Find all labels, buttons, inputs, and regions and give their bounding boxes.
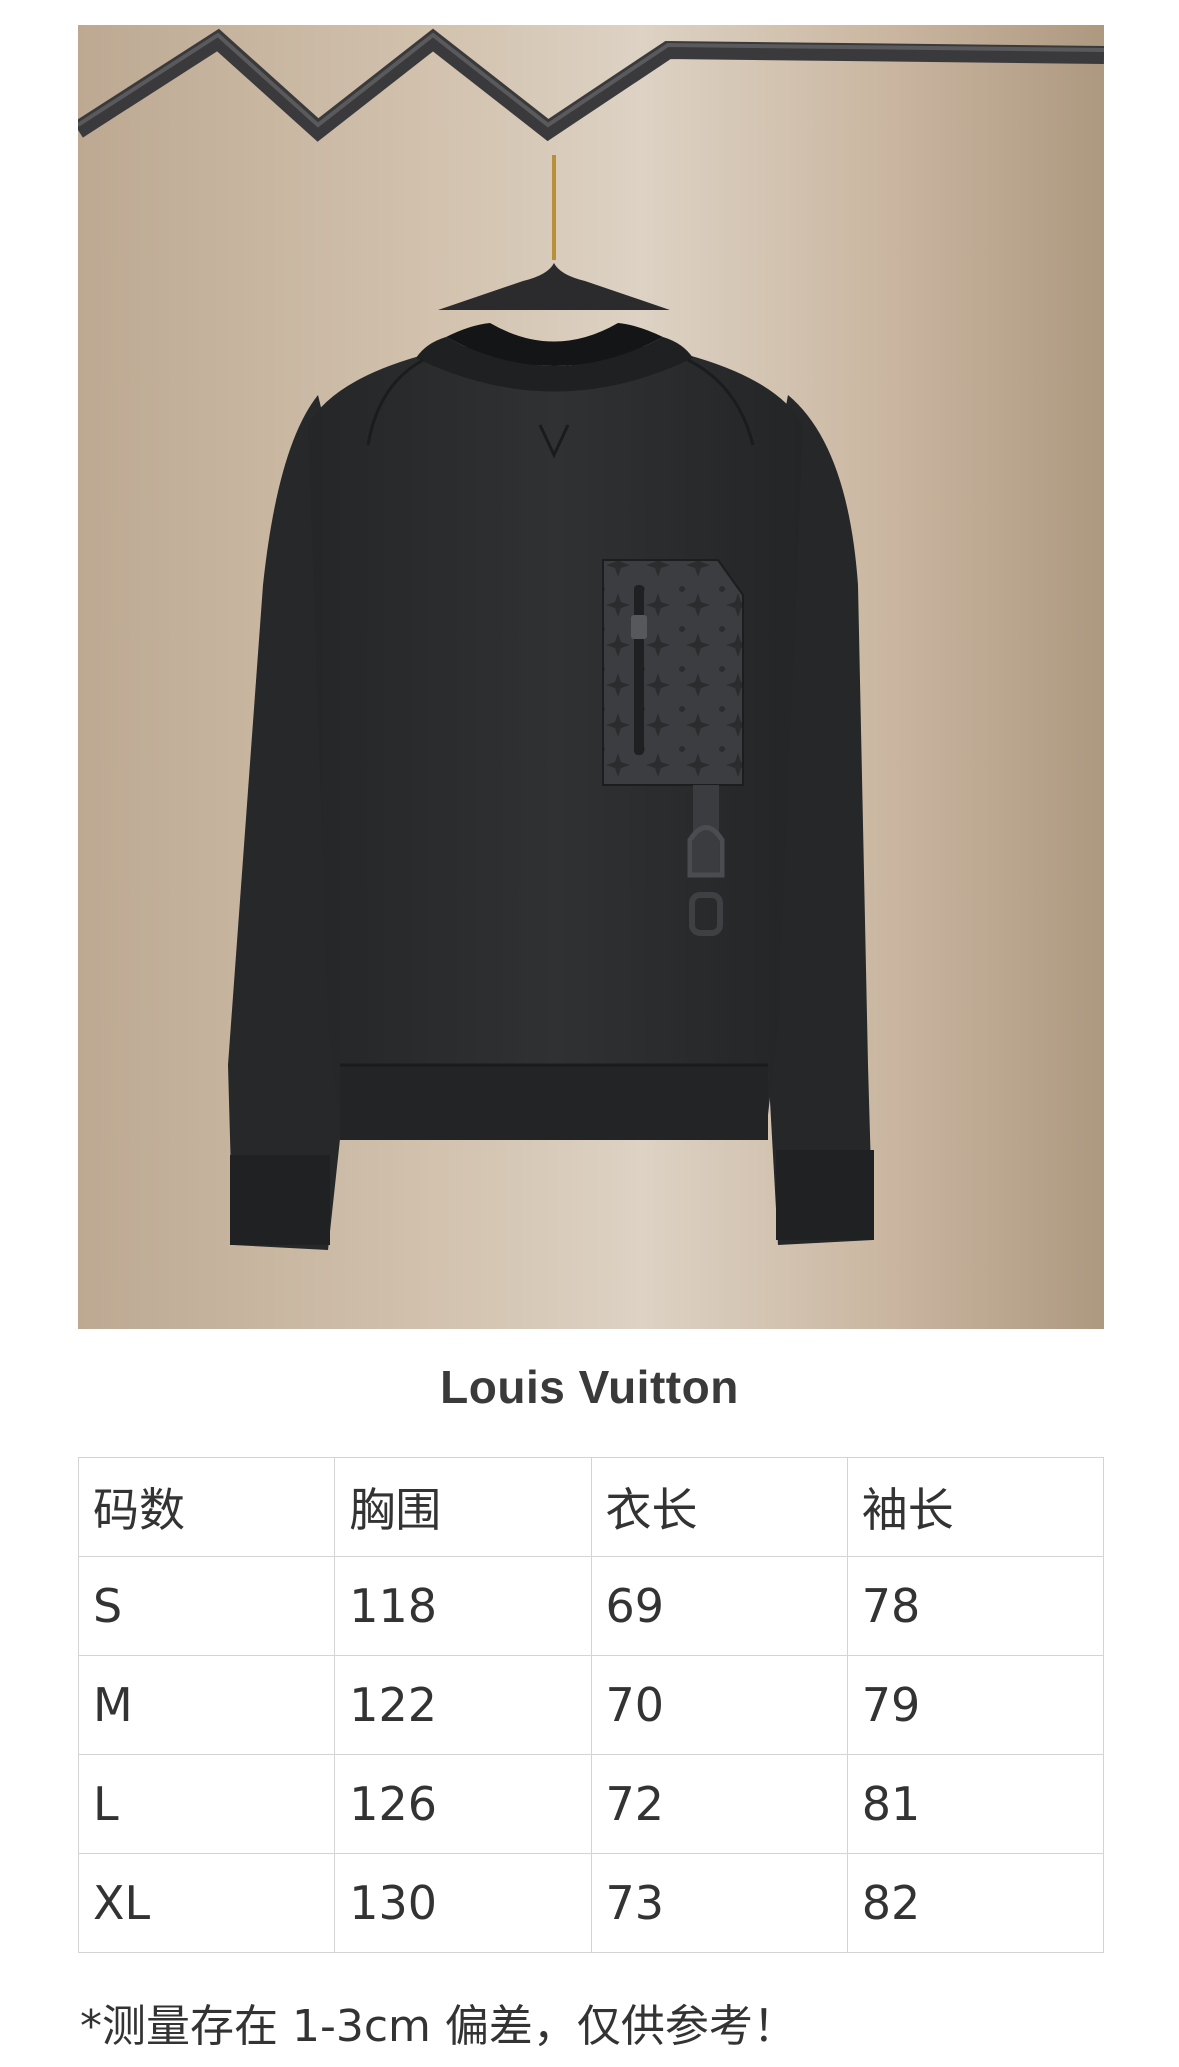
table-cell: 81 [846, 1754, 1105, 1854]
table-cell: 126 [334, 1754, 592, 1854]
table-cell: 78 [846, 1556, 1105, 1656]
header-cell: 袖长 [846, 1457, 1105, 1557]
header-cell: 胸围 [334, 1457, 592, 1557]
table-cell: 70 [590, 1655, 848, 1755]
table-cell: M [77, 1655, 336, 1755]
sweatshirt-image [78, 28, 1104, 1250]
size-table: 码数 胸围 衣长 袖长 S 118 69 78 M 122 70 79 L 12… [77, 1457, 1105, 1953]
table-cell: XL [77, 1853, 336, 1953]
table-header-row: 码数 胸围 衣长 袖长 [77, 1457, 1105, 1557]
header-cell: 码数 [77, 1457, 336, 1557]
table-cell: 72 [590, 1754, 848, 1854]
header-cell: 衣长 [590, 1457, 848, 1557]
rail [78, 28, 1104, 142]
sweatshirt-icon [228, 323, 874, 1250]
table-cell: 130 [334, 1853, 592, 1953]
measurement-note: *测量存在 1-3cm 偏差，仅供参考！ [80, 2001, 797, 2052]
table-cell: 118 [334, 1556, 592, 1656]
table-cell: 79 [846, 1655, 1105, 1755]
table-row: XL 130 73 82 [77, 1853, 1105, 1953]
table-cell: 82 [846, 1853, 1105, 1953]
table-cell: S [77, 1556, 336, 1656]
monogram-pocket-icon [602, 559, 744, 786]
hanger-icon [438, 155, 670, 310]
table-cell: L [77, 1754, 336, 1854]
table-cell: 73 [590, 1853, 848, 1953]
product-photo [78, 25, 1104, 1329]
table-row: M 122 70 79 [77, 1655, 1105, 1755]
table-cell: 122 [334, 1655, 592, 1755]
table-row: S 118 69 78 [77, 1556, 1105, 1656]
table-cell: 69 [590, 1556, 848, 1656]
brand-title: Louis Vuitton [440, 1361, 739, 1413]
table-row: L 126 72 81 [77, 1754, 1105, 1854]
